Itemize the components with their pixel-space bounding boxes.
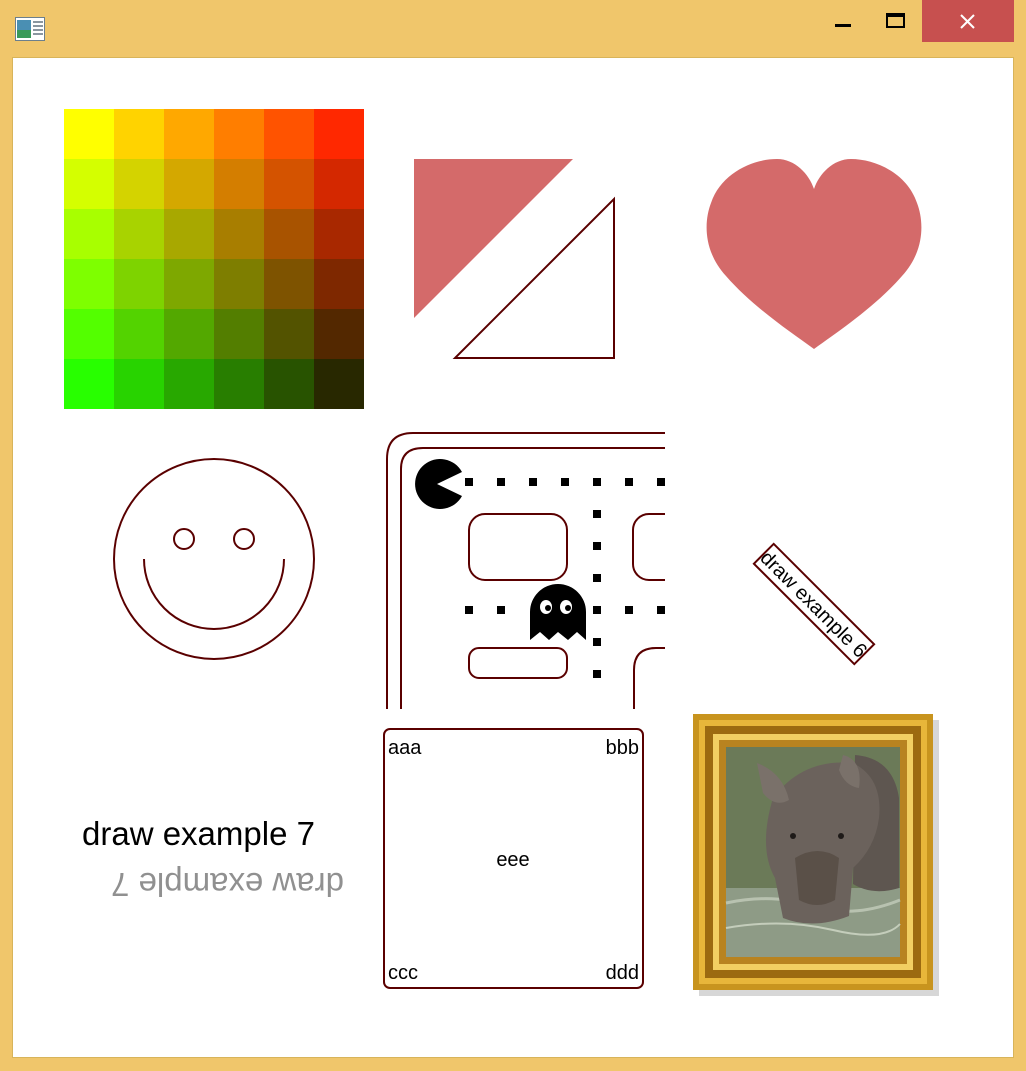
palette-swatch — [214, 309, 264, 359]
palette-swatch — [64, 109, 114, 159]
maximize-icon — [886, 13, 905, 28]
app-icon — [15, 17, 45, 41]
pellet — [497, 478, 505, 486]
palette-swatch — [164, 209, 214, 259]
pellet — [625, 478, 633, 486]
palette-swatch — [164, 109, 214, 159]
palette-swatch — [264, 159, 314, 209]
color-palette-grid — [64, 109, 364, 409]
minimize-icon — [835, 24, 851, 27]
palette-swatch — [214, 159, 264, 209]
palette-swatch — [164, 259, 214, 309]
pellet — [497, 606, 505, 614]
rotated-label-text: draw example 6 — [756, 547, 871, 662]
palette-swatch — [164, 359, 214, 409]
reflected-text: draw example 7 draw example 7 — [82, 815, 344, 903]
pacman — [415, 459, 462, 510]
triangles — [414, 159, 615, 359]
palette-swatch — [114, 359, 164, 409]
palette-swatch — [64, 359, 114, 409]
canvas-area: draw example 6 draw example 7 draw examp… — [12, 57, 1014, 1058]
palette-swatch — [64, 209, 114, 259]
pellet — [657, 478, 665, 486]
palette-swatch — [64, 309, 114, 359]
palette-swatch — [314, 259, 364, 309]
corner-label-top-left: aaa — [388, 737, 422, 759]
palette-swatch — [314, 209, 364, 259]
palette-swatch — [314, 359, 364, 409]
center-label: eee — [496, 849, 529, 871]
palette-swatch — [64, 259, 114, 309]
palette-swatch — [214, 209, 264, 259]
pellet — [561, 478, 569, 486]
pellet — [465, 606, 473, 614]
pellet — [593, 638, 601, 646]
corner-label-bottom-left: ccc — [388, 962, 418, 984]
palette-swatch — [264, 209, 314, 259]
palette-swatch — [314, 109, 364, 159]
filled-triangle — [414, 159, 573, 318]
heading-text: draw example 7 — [82, 815, 315, 852]
palette-swatch — [114, 259, 164, 309]
maze-block — [632, 513, 665, 581]
corner-text-box: aaa bbb eee ccc ddd — [383, 728, 644, 989]
palette-swatch — [164, 159, 214, 209]
close-button[interactable] — [922, 0, 1014, 42]
drawing-canvas: draw example 6 draw example 7 draw examp… — [64, 109, 939, 996]
palette-swatch — [314, 159, 364, 209]
pellet — [465, 478, 473, 486]
pellet — [625, 606, 633, 614]
palette-swatch — [264, 359, 314, 409]
rhino-photo — [725, 747, 901, 957]
smiley-face — [113, 458, 315, 660]
pellet — [593, 574, 601, 582]
maze-block — [468, 647, 568, 679]
palette-swatch — [114, 159, 164, 209]
palette-swatch — [64, 159, 114, 209]
palette-swatch — [264, 109, 314, 159]
palette-swatch — [214, 109, 264, 159]
pellet — [593, 478, 601, 486]
palette-swatch — [264, 309, 314, 359]
pellet — [529, 478, 537, 486]
rotated-label-box: draw example 6 — [752, 542, 876, 666]
title-bar — [0, 0, 1026, 56]
maze-block — [633, 647, 665, 709]
framed-picture — [693, 714, 939, 996]
palette-swatch — [114, 109, 164, 159]
pellet — [593, 670, 601, 678]
palette-swatch — [114, 209, 164, 259]
palette-swatch — [214, 259, 264, 309]
palette-swatch — [214, 359, 264, 409]
minimize-button[interactable] — [820, 0, 866, 42]
maze-block — [468, 513, 568, 581]
ghost — [530, 584, 586, 640]
maximize-button[interactable] — [873, 0, 919, 42]
corner-label-bottom-right: ddd — [606, 962, 639, 984]
pellet — [593, 510, 601, 518]
palette-swatch — [264, 259, 314, 309]
pellet — [593, 606, 601, 614]
palette-swatch — [114, 309, 164, 359]
pellet — [657, 606, 665, 614]
palette-swatch — [314, 309, 364, 359]
palette-swatch — [164, 309, 214, 359]
heading-text-reflection: draw example 7 — [111, 866, 344, 903]
heart-shape — [706, 159, 922, 349]
pellet — [593, 542, 601, 550]
corner-label-top-right: bbb — [606, 737, 639, 759]
